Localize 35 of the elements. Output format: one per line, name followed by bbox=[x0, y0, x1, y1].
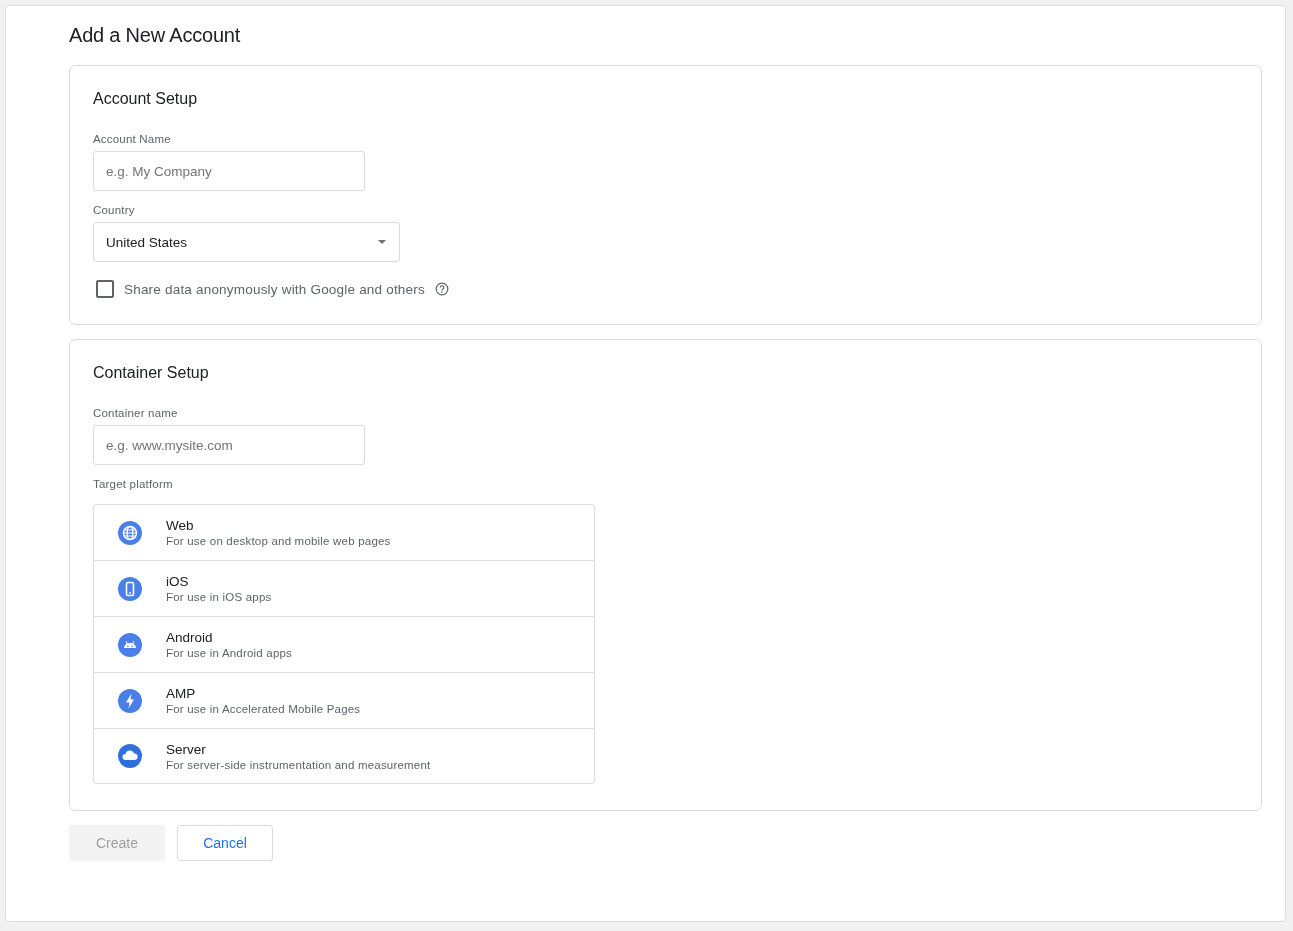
platform-description: For use in iOS apps bbox=[166, 591, 272, 603]
platform-option[interactable]: Server For server-side instrumentation and measurement bbox=[94, 729, 594, 783]
phone-icon bbox=[118, 576, 142, 601]
platform-description: For use on desktop and mobile web pages bbox=[166, 535, 391, 547]
platform-description: For use in Android apps bbox=[166, 647, 293, 659]
platform-option[interactable]: iOS For use in iOS apps bbox=[94, 561, 594, 617]
field-label: Country bbox=[93, 204, 136, 216]
caret-icon bbox=[377, 237, 387, 247]
lightning-icon bbox=[118, 688, 142, 713]
help-icon bbox=[434, 282, 449, 296]
platform-name: AMP bbox=[166, 686, 197, 701]
platform-option[interactable]: AMP For use in Accelerated Mobile Pages bbox=[94, 673, 594, 729]
cloud-icon bbox=[118, 744, 142, 768]
platform-name: iOS bbox=[166, 574, 190, 589]
platform-name: Android bbox=[166, 630, 214, 645]
platform-option[interactable]: Android For use in Android apps bbox=[94, 617, 594, 673]
share-data-checkbox[interactable] bbox=[96, 280, 114, 298]
country-dropdown[interactable]: United States bbox=[93, 222, 400, 262]
platform-option[interactable]: Web For use on desktop and mobile web pages bbox=[94, 505, 594, 561]
globe-icon bbox=[118, 520, 142, 545]
section-heading: Account Setup bbox=[93, 90, 199, 108]
container-name-field[interactable]: e.g. www.mysite.com bbox=[93, 425, 365, 465]
platform-description: For server-side instrumentation and measurement bbox=[166, 758, 431, 771]
account-name-field[interactable]: e.g. My Company bbox=[93, 151, 365, 191]
robot-icon bbox=[118, 632, 142, 657]
page-title: Add a New Account bbox=[69, 24, 242, 47]
field-label: Container name bbox=[93, 407, 179, 419]
platform-name: Web bbox=[166, 518, 195, 533]
field-label: Account Name bbox=[93, 133, 172, 145]
platform-description: For use in Accelerated Mobile Pages bbox=[166, 703, 361, 715]
platform-name: Server bbox=[166, 741, 207, 757]
field-label: Target platform bbox=[93, 478, 174, 490]
cancel-button[interactable]: Cancel bbox=[177, 825, 273, 861]
share-data-label: Share data anonymously with Google and others bbox=[124, 281, 425, 297]
section-heading: Container Setup bbox=[93, 364, 210, 382]
